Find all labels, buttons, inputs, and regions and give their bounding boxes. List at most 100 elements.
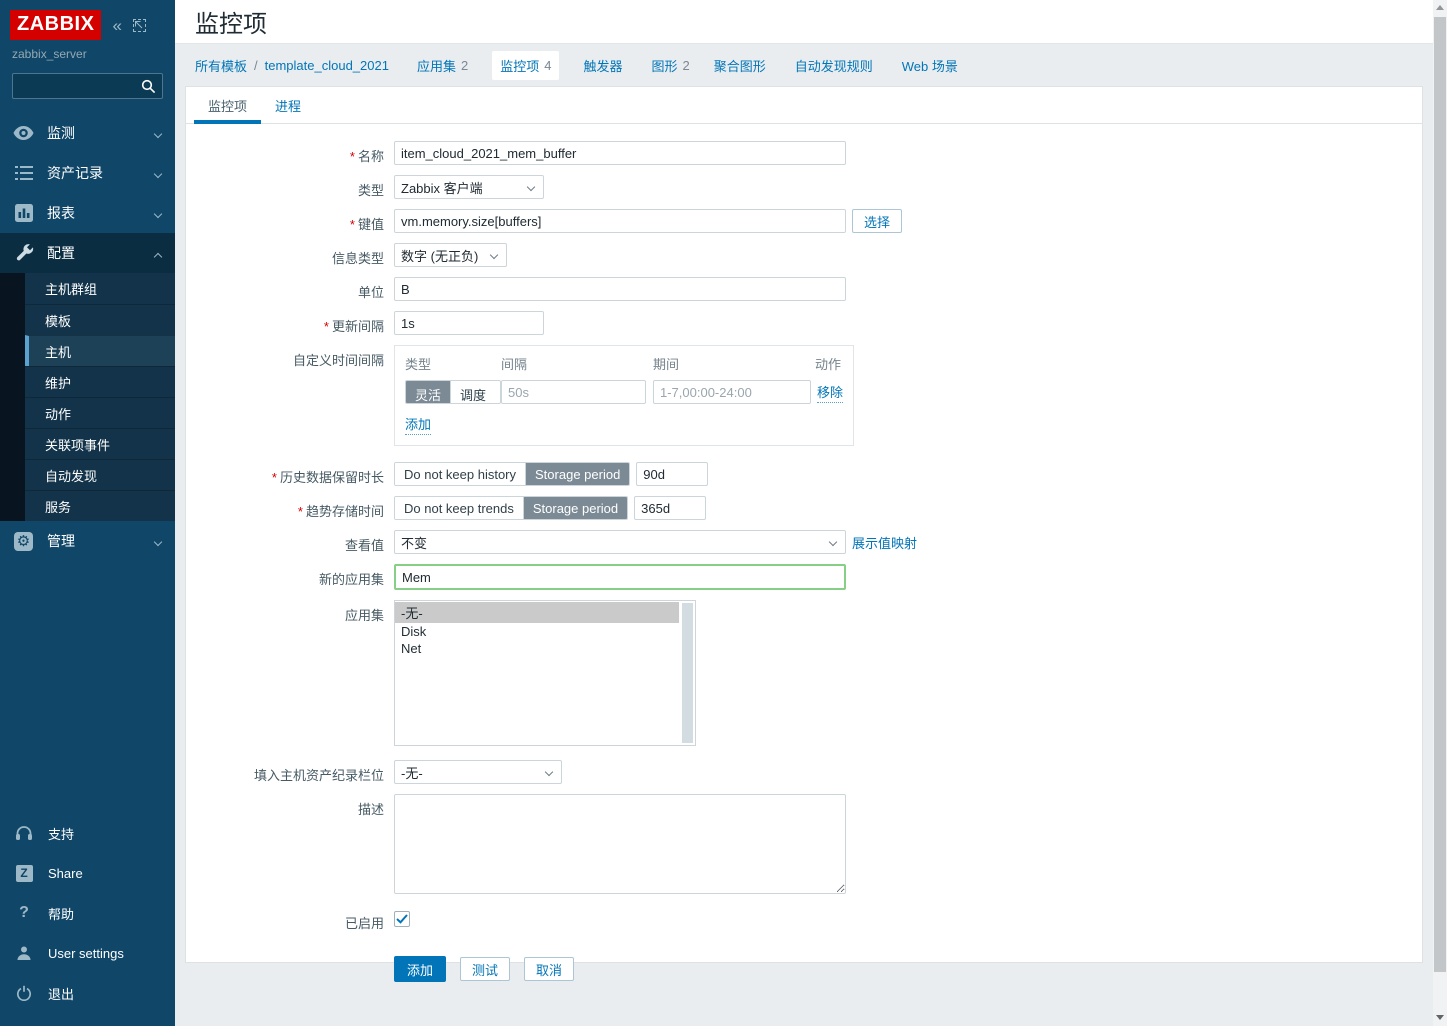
sidebar-item-reports[interactable]: 报表	[0, 193, 175, 233]
do-not-keep-history-option[interactable]: Do not keep history	[395, 463, 525, 485]
submenu-label: 动作	[45, 404, 71, 423]
app-window: ZABBIX « zabbix_server 监测	[0, 0, 1433, 1026]
nav-discovery-rules[interactable]: 自动发现规则	[795, 56, 878, 75]
expand-window-icon[interactable]	[133, 19, 146, 32]
sidebar-item-configuration[interactable]: 配置	[0, 233, 175, 273]
interval-input[interactable]	[501, 380, 646, 404]
nav-items[interactable]: 监控项4	[492, 51, 559, 80]
type-select[interactable]: Zabbix 客户端	[394, 175, 544, 199]
application-option-disk[interactable]: Disk	[395, 623, 679, 640]
type-select-value: Zabbix 客户端	[401, 178, 483, 197]
trends-storage-period-option[interactable]: Storage period	[523, 497, 627, 519]
show-value-mappings-link[interactable]: 展示值映射	[852, 533, 917, 552]
footer-item-label: 退出	[48, 984, 74, 1003]
show-value-select[interactable]: 不变	[394, 530, 846, 554]
breadcrumb-all-templates[interactable]: 所有模板	[195, 56, 247, 75]
history-storage-period-option[interactable]: Storage period	[525, 463, 629, 485]
form-tabs: 监控项 进程	[186, 87, 1422, 124]
chevron-down-icon	[527, 183, 535, 191]
enabled-checkbox[interactable]	[394, 911, 410, 927]
sidebar-item-administration[interactable]: ⚙ 管理	[0, 521, 175, 561]
key-input[interactable]	[394, 209, 846, 233]
scroll-down-arrow[interactable]	[1436, 1015, 1444, 1020]
scroll-up-arrow[interactable]	[1436, 5, 1444, 10]
zabbix-logo[interactable]: ZABBIX	[10, 10, 101, 40]
test-button[interactable]: 测试	[460, 957, 510, 981]
add-interval-link[interactable]: 添加	[405, 414, 431, 435]
application-option-net[interactable]: Net	[395, 640, 679, 657]
period-input[interactable]	[653, 380, 811, 404]
row-buttons: 添加 测试 取消	[196, 942, 1412, 982]
breadcrumb: 所有模板 / template_cloud_2021 应用集2 监控项4 触发器…	[175, 44, 1433, 86]
chevron-down-icon	[154, 538, 162, 546]
row-inventory-field: 填入主机资产纪录栏位 -无-	[196, 760, 1412, 784]
footer-item-support[interactable]: 支持	[0, 813, 175, 853]
applications-label: 应用集	[196, 600, 384, 624]
sidebar-item-monitoring[interactable]: 监测	[0, 113, 175, 153]
do-not-keep-trends-option[interactable]: Do not keep trends	[395, 497, 523, 519]
search-input[interactable]	[13, 74, 162, 98]
footer-item-help[interactable]: ? 帮助	[0, 893, 175, 933]
add-button[interactable]: 添加	[394, 956, 446, 982]
row-key: 键值 选择	[196, 209, 1412, 233]
nav-triggers[interactable]: 触发器	[583, 56, 627, 75]
sidebar-item-label: 配置	[47, 243, 75, 263]
col-type: 类型	[405, 354, 501, 373]
description-textarea[interactable]	[394, 794, 846, 894]
listbox-scrollbar[interactable]	[682, 603, 693, 743]
inventory-field-select[interactable]: -无-	[394, 760, 562, 784]
nav-label: 触发器	[583, 56, 622, 75]
breadcrumb-template-name[interactable]: template_cloud_2021	[265, 58, 389, 73]
key-select-button[interactable]: 选择	[852, 209, 902, 233]
nav-applications[interactable]: 应用集2	[417, 56, 468, 75]
nav-label: 应用集	[417, 56, 456, 75]
footer-item-sign-out[interactable]: 退出	[0, 973, 175, 1013]
submenu-item-hosts[interactable]: 主机	[25, 335, 175, 366]
new-application-input[interactable]	[394, 564, 846, 590]
application-option-none[interactable]: -无-	[395, 602, 679, 623]
sidebar: ZABBIX « zabbix_server 监测	[0, 0, 175, 1026]
row-info-type: 信息类型 数字 (无正负)	[196, 243, 1412, 267]
history-value-input[interactable]	[636, 462, 708, 486]
submenu-item-templates[interactable]: 模板	[25, 304, 175, 335]
update-interval-input[interactable]	[394, 311, 544, 335]
info-type-select[interactable]: 数字 (无正负)	[394, 243, 507, 267]
submenu-item-discovery[interactable]: 自动发现	[25, 459, 175, 490]
nav-graphs[interactable]: 图形2	[651, 56, 689, 75]
collapse-sidebar-icon[interactable]: «	[112, 17, 121, 34]
sidebar-item-label: 管理	[47, 531, 75, 551]
col-period: 期间	[653, 354, 815, 373]
units-input[interactable]	[394, 277, 846, 301]
footer-item-share[interactable]: Z Share	[0, 853, 175, 893]
footer-item-user-settings[interactable]: User settings	[0, 933, 175, 973]
submenu-item-maintenance[interactable]: 维护	[25, 366, 175, 397]
row-show-value: 查看值 不变 展示值映射	[196, 530, 1412, 554]
chevron-up-icon	[154, 253, 162, 261]
tab-preprocessing[interactable]: 进程	[261, 87, 315, 123]
nav-screens[interactable]: 聚合图形	[714, 56, 771, 75]
trends-value-input[interactable]	[634, 496, 706, 520]
scheduling-option[interactable]: 调度	[450, 381, 495, 403]
flexible-option[interactable]: 灵活	[406, 381, 450, 403]
user-icon	[14, 945, 34, 961]
sidebar-item-inventory[interactable]: 资产记录	[0, 153, 175, 193]
remove-interval-link[interactable]: 移除	[817, 382, 843, 403]
row-enabled: 已启用	[196, 908, 1412, 932]
nav-web-scenarios[interactable]: Web 场景	[902, 56, 963, 75]
nav-label: 自动发现规则	[795, 56, 873, 75]
history-label: 历史数据保留时长	[196, 462, 384, 486]
submenu-label: 服务	[45, 497, 71, 516]
cancel-button[interactable]: 取消	[524, 957, 574, 981]
custom-interval-row: 灵活 调度 移除	[405, 380, 843, 404]
page-scrollbar[interactable]	[1433, 0, 1447, 1026]
applications-listbox[interactable]: -无- Disk Net	[394, 600, 696, 746]
submenu-item-host-groups[interactable]: 主机群组	[25, 273, 175, 304]
name-input[interactable]	[394, 141, 846, 165]
submenu-item-actions[interactable]: 动作	[25, 397, 175, 428]
tab-item[interactable]: 监控项	[194, 87, 261, 124]
scrollbar-thumb[interactable]	[1434, 17, 1446, 972]
submenu-item-services[interactable]: 服务	[25, 490, 175, 521]
search-icon[interactable]	[141, 79, 156, 97]
inventory-list-icon	[13, 166, 34, 180]
submenu-item-event-correlation[interactable]: 关联项事件	[25, 428, 175, 459]
